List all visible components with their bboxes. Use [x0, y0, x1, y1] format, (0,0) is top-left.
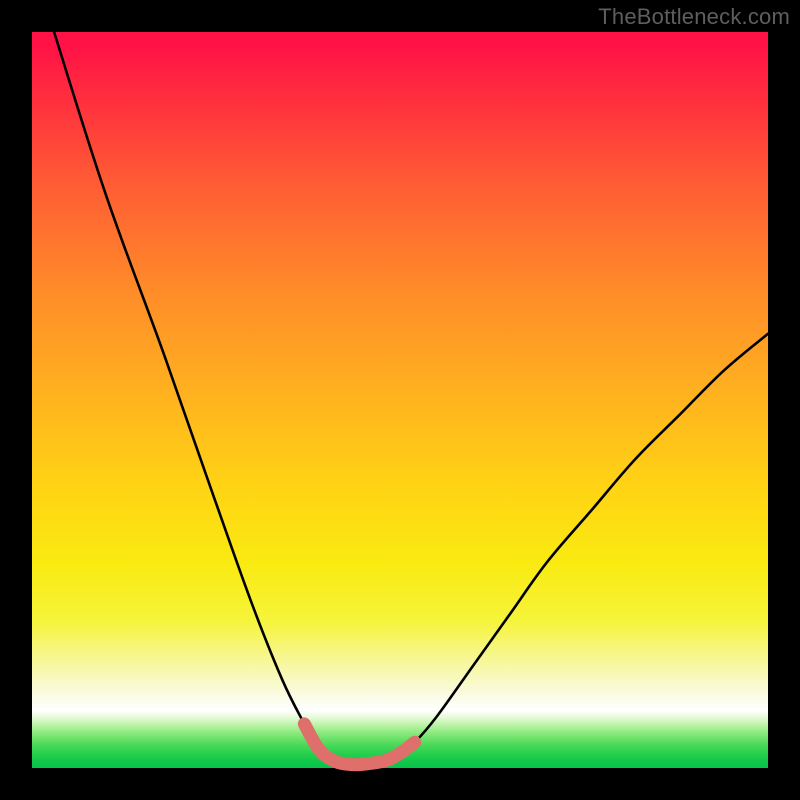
- curve-layer: [32, 32, 768, 768]
- bottleneck-curve-main: [54, 32, 768, 765]
- chart-container: TheBottleneck.com: [0, 0, 800, 800]
- watermark-text: TheBottleneck.com: [598, 4, 790, 30]
- plot-area: [32, 32, 768, 768]
- bottleneck-curve-highlight: [304, 724, 414, 765]
